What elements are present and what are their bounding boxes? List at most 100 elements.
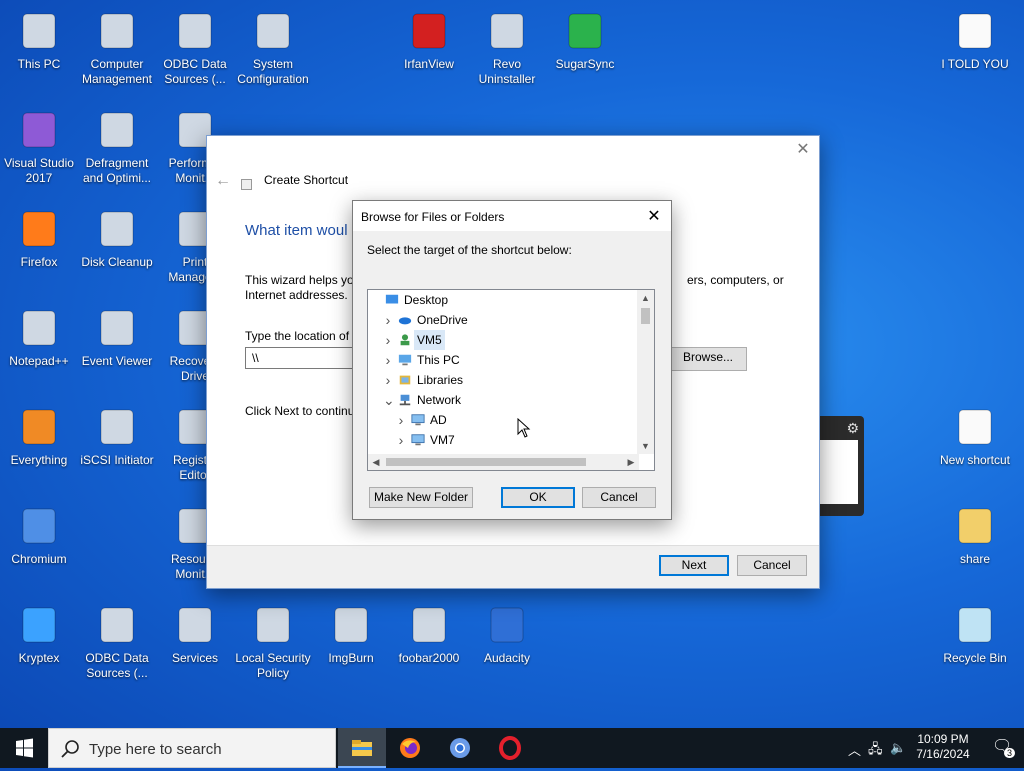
desktop-icon[interactable]: I TOLD YOU	[936, 10, 1014, 72]
chevron-right-icon[interactable]: ›	[383, 370, 393, 390]
taskbar-file-explorer[interactable]	[338, 728, 386, 768]
folder-tree[interactable]: › VM7 › AD ⌄ Network › Libraries › This PC › VM5 › On…	[367, 289, 655, 471]
tree-item-onedrive[interactable]: › OneDrive	[368, 310, 638, 330]
browse-dialog: Browse for Files or Folders ✕ Select the…	[352, 200, 672, 520]
desktop-icon[interactable]: ODBC Data Sources (...	[78, 604, 156, 681]
desktop-icon[interactable]: foobar2000	[390, 604, 468, 666]
chevron-right-icon[interactable]: ›	[383, 310, 393, 330]
scroll-thumb[interactable]	[641, 308, 650, 324]
desktop-icon[interactable]: Recycle Bin	[936, 604, 1014, 666]
desktop-icon[interactable]: Visual Studio 2017	[0, 109, 78, 186]
firefox-icon	[400, 738, 420, 758]
desktop-icon[interactable]: share	[936, 505, 1014, 567]
chevron-right-icon[interactable]: ›	[383, 330, 393, 350]
close-icon[interactable]: ✕	[795, 142, 811, 158]
tree-item-label: This PC	[417, 353, 460, 367]
desktop-icon-label: Audacity	[483, 651, 531, 665]
desktop-icon-label: IrfanView	[404, 57, 454, 71]
chevron-right-icon[interactable]: ›	[396, 410, 406, 430]
desktop-icon[interactable]: iSCSI Initiator	[78, 406, 156, 468]
close-icon[interactable]: ✕	[645, 206, 663, 226]
scroll-up-icon[interactable]: ▲	[637, 290, 654, 306]
computer-icon	[411, 434, 425, 446]
scroll-left-icon[interactable]: ◀	[368, 454, 384, 470]
network-icon[interactable]: 🖧	[868, 740, 883, 762]
desktop-icon[interactable]: SugarSync	[546, 10, 624, 72]
horizontal-scrollbar[interactable]: ◀ ▶	[368, 454, 639, 470]
cancel-button[interactable]: Cancel	[737, 555, 807, 576]
scroll-right-icon[interactable]: ▶	[623, 454, 639, 470]
onedrive-icon	[398, 317, 412, 325]
chevron-up-icon[interactable]: ︿	[848, 740, 861, 759]
volume-muted-icon[interactable]: 🔈	[890, 740, 906, 756]
desktop-icon[interactable]: Chromium	[0, 505, 78, 567]
ok-button[interactable]: OK	[501, 487, 575, 508]
clock-date: 7/16/2024	[916, 747, 970, 761]
desktop-icon-label: System Configuration	[237, 57, 309, 86]
taskbar-search[interactable]: Type here to search	[48, 728, 336, 768]
tree-item-network[interactable]: ⌄ Network	[368, 390, 638, 410]
desktop-icon-label: New shortcut	[939, 453, 1011, 467]
start-button[interactable]	[0, 728, 48, 768]
tree-item-label: VM7	[430, 433, 455, 447]
desktop-icon-label: This PC	[17, 57, 61, 71]
background-window[interactable]: ⚙	[818, 416, 864, 516]
taskbar-firefox[interactable]	[386, 728, 434, 768]
desktop-icon[interactable]: New shortcut	[936, 406, 1014, 468]
tree-item-this-pc[interactable]: › This PC	[368, 350, 638, 370]
system-tray: ︿ 🖧 🔈 10:09 PM 7/16/2024 🗨 3	[834, 728, 1024, 768]
desktop-icon[interactable]: Kryptex	[0, 604, 78, 666]
vertical-scrollbar[interactable]: ▲ ▼	[637, 290, 654, 454]
desktop-icon[interactable]: Revo Uninstaller	[468, 10, 546, 87]
next-button[interactable]: Next	[659, 555, 729, 576]
gear-icon: ⚙	[846, 420, 859, 436]
desktop-icon[interactable]: Notepad++	[0, 307, 78, 369]
desktop-icon[interactable]: Defragment and Optimi...	[78, 109, 156, 186]
desktop-icon[interactable]: Disk Cleanup	[78, 208, 156, 270]
desktop-icon-label: Firefox	[20, 255, 58, 269]
taskbar-chromium[interactable]	[436, 728, 484, 768]
desktop-icon[interactable]: ODBC Data Sources (...	[156, 10, 234, 87]
browse-cancel-button[interactable]: Cancel	[582, 487, 656, 508]
scroll-down-icon[interactable]: ▼	[637, 438, 654, 454]
desktop-icon[interactable]: Computer Management	[78, 10, 156, 87]
desktop-icon[interactable]: Everything	[0, 406, 78, 468]
shortcut-file-icon	[958, 409, 992, 445]
system-configuration-icon	[256, 13, 290, 49]
desktop-icon-label: Recycle Bin	[943, 651, 1007, 665]
chromium-icon	[22, 508, 56, 544]
tree-item-ad[interactable]: › AD	[368, 410, 638, 430]
desktop-icon[interactable]: This PC	[0, 10, 78, 72]
browse-button[interactable]: Browse...	[669, 347, 747, 371]
taskbar-opera[interactable]	[486, 728, 534, 768]
desktop-icon[interactable]: Audacity	[468, 604, 546, 666]
chevron-right-icon[interactable]: ›	[396, 430, 406, 450]
tree-item-vm7[interactable]: › VM7	[368, 430, 638, 450]
clock[interactable]: 10:09 PM 7/16/2024	[912, 732, 974, 762]
tree-item-label: VM5	[414, 330, 445, 350]
desktop-icon[interactable]: Local Security Policy	[234, 604, 312, 681]
foobar-icon	[412, 607, 446, 643]
desktop-icon[interactable]: Event Viewer	[78, 307, 156, 369]
back-arrow-icon[interactable]: ←	[215, 172, 231, 190]
wizard-heading: What item woul	[245, 222, 348, 239]
desktop-icon[interactable]: Firefox	[0, 208, 78, 270]
visual-studio-icon	[22, 112, 56, 148]
wizard-help-text-end: ers, computers, or	[687, 273, 784, 287]
desktop-icon[interactable]: ImgBurn	[312, 604, 390, 666]
make-new-folder-button[interactable]: Make New Folder	[369, 487, 473, 508]
tree-item-libraries[interactable]: › Libraries	[368, 370, 638, 390]
scroll-thumb-horizontal[interactable]	[386, 458, 586, 466]
services-icon	[178, 607, 212, 643]
recycle-bin-icon	[958, 607, 992, 643]
chevron-right-icon[interactable]: ›	[383, 350, 393, 370]
desktop-icon[interactable]: IrfanView	[390, 10, 468, 72]
desktop-icon[interactable]: System Configuration	[234, 10, 312, 87]
desktop-icon[interactable]: Services	[156, 604, 234, 666]
odbc-icon	[178, 13, 212, 49]
chevron-down-icon[interactable]: ⌄	[383, 390, 395, 410]
tree-item-vm5[interactable]: › VM5	[368, 330, 638, 350]
taskbar: Type here to search ︿ 🖧 🔈 10:09 PM 7/16/…	[0, 728, 1024, 768]
tree-item-desktop[interactable]: Desktop	[368, 290, 638, 310]
desktop-icon-label: SugarSync	[555, 57, 615, 71]
